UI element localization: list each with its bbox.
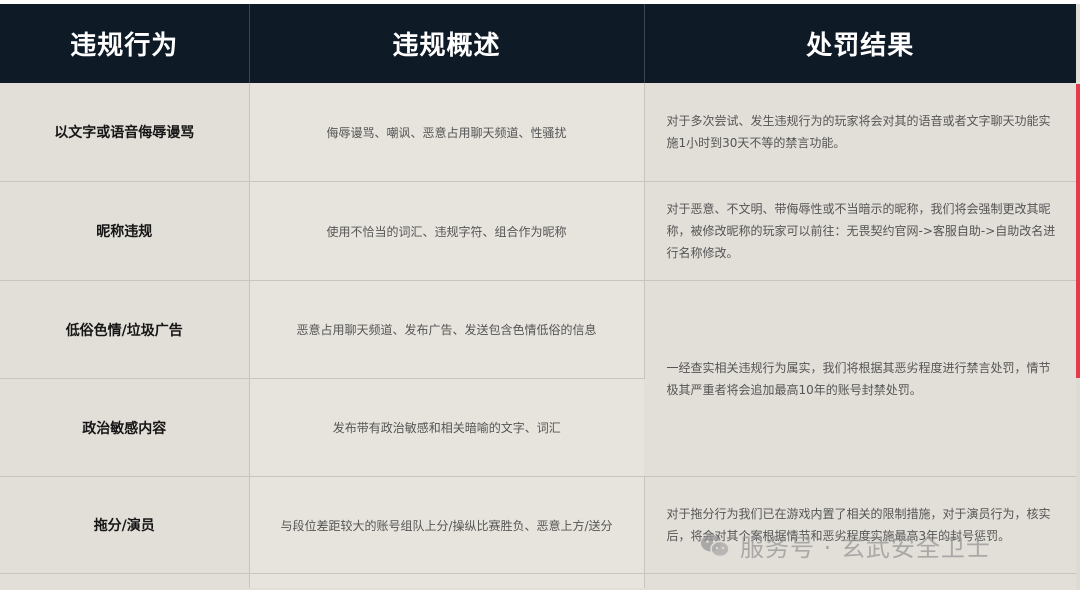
row-category: 政治敏感内容 (0, 378, 250, 477)
row-penalty: 一经查实相关违规行为属实，我们将根据其恶劣程度进行禁言处罚，情节极其严重者将会追… (644, 280, 1076, 477)
row-description: 恶意占用聊天频道、发布广告、发送包含色情低俗的信息 (249, 280, 645, 379)
row-category: 拖分/演员 (0, 476, 250, 574)
row-category-empty (0, 573, 250, 588)
table-header-row: 违规行为 违规概述 处罚结果 (0, 4, 1076, 83)
header-penalty: 处罚结果 (644, 4, 1076, 83)
row-category: 昵称违规 (0, 181, 250, 281)
row-description: 使用不恰当的词汇、违规字符、组合作为昵称 (249, 181, 645, 281)
watermark: 服务号 · 玄武安全卫士 (700, 528, 991, 563)
table-row: 低俗色情/垃圾广告 恶意占用聊天频道、发布广告、发送包含色情低俗的信息 一经查实… (0, 280, 1076, 477)
row-penalty-empty (644, 573, 1076, 588)
wechat-icon (700, 533, 730, 559)
row-description-empty (249, 573, 645, 588)
header-summary: 违规概述 (249, 4, 645, 83)
row-category: 低俗色情/垃圾广告 (0, 280, 250, 379)
table-row: 以文字或语音侮辱谩骂 侮辱谩骂、嘲讽、恶意占用聊天频道、性骚扰 对于多次尝试、发… (0, 83, 1076, 182)
header-violation: 违规行为 (0, 4, 250, 83)
violation-table: 违规行为 违规概述 处罚结果 以文字或语音侮辱谩骂 侮辱谩骂、嘲讽、恶意占用聊天… (0, 4, 1076, 588)
row-penalty: 对于恶意、不文明、带侮辱性或不当暗示的昵称，我们将会强制更改其昵称，被修改昵称的… (644, 181, 1076, 281)
table-row: 昵称违规 使用不恰当的词汇、违规字符、组合作为昵称 对于恶意、不文明、带侮辱性或… (0, 181, 1076, 281)
watermark-text: 服务号 · 玄武安全卫士 (740, 534, 991, 562)
row-description: 发布带有政治敏感和相关暗喻的文字、词汇 (249, 378, 644, 477)
scrollbar-thumb[interactable] (1076, 84, 1080, 378)
scrollbar-track[interactable] (1076, 378, 1080, 590)
row-category: 以文字或语音侮辱谩骂 (0, 83, 250, 182)
row-penalty: 对于多次尝试、发生违规行为的玩家将会对其的语音或者文字聊天功能实施1小时到30天… (644, 83, 1076, 182)
row-description: 侮辱谩骂、嘲讽、恶意占用聊天频道、性骚扰 (249, 83, 645, 182)
table-row-partial (0, 573, 1076, 588)
row-description: 与段位差距较大的账号组队上分/操纵比赛胜负、恶意上方/送分 (249, 476, 645, 574)
